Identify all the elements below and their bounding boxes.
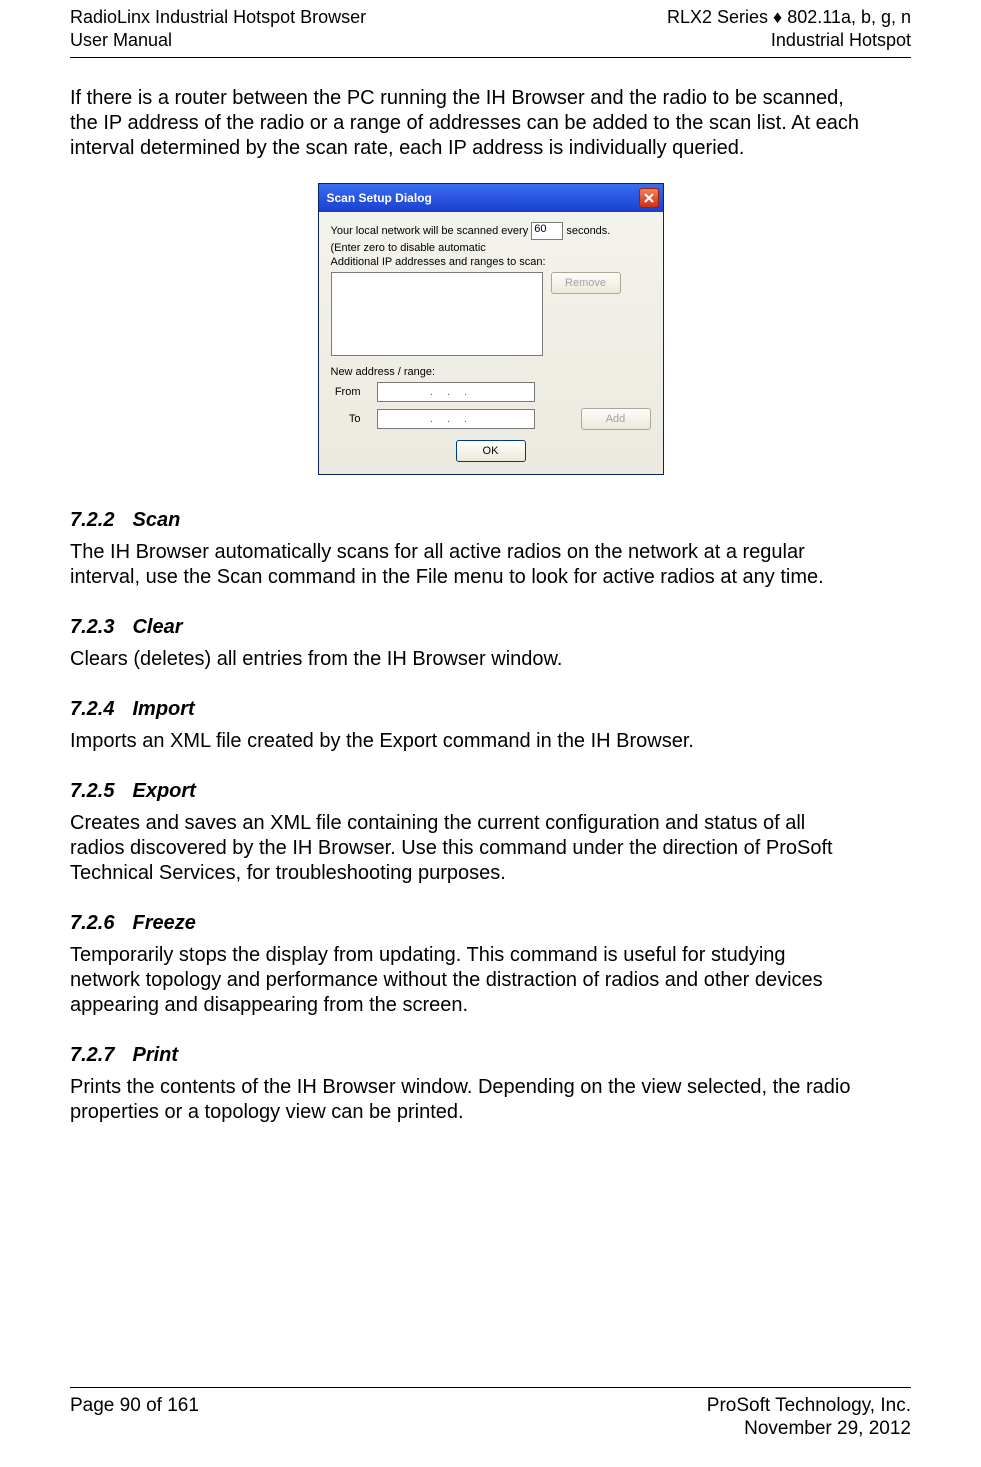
additional-ip-label: Additional IP addresses and ranges to sc… [331,256,651,268]
section-title: Print [132,1044,178,1066]
intro-paragraph: If there is a router between the PC runn… [70,86,860,161]
scan-setup-dialog: Scan Setup Dialog Your local network wil… [318,183,664,475]
section-heading: 7.2.2 Scan [70,509,911,532]
content: If there is a router between the PC runn… [70,58,911,1125]
section-freeze: 7.2.6 Freeze Temporarily stops the displa… [70,912,911,1018]
section-number: 7.2.4 [70,698,114,720]
header-left-line1: RadioLinx Industrial Hotspot Browser [70,6,366,29]
section-body: Clears (deletes) all entries from the IH… [70,647,860,672]
remove-button[interactable]: Remove [551,272,621,294]
add-button[interactable]: Add [581,408,651,430]
section-body: Prints the contents of the IH Browser wi… [70,1075,860,1125]
scan-interval-label-b: seconds. [566,225,610,237]
section-import: 7.2.4 Import Imports an XML file created … [70,698,911,754]
header-right-line1: RLX2 Series ♦ 802.11a, b, g, n [667,6,911,29]
header-right-line2: Industrial Hotspot [667,29,911,52]
section-body: Creates and saves an XML file containing… [70,811,860,886]
section-title: Scan [132,509,180,531]
section-heading: 7.2.6 Freeze [70,912,911,935]
footer-right-line2: November 29, 2012 [707,1417,911,1441]
section-body: The IH Browser automatically scans for a… [70,540,860,590]
page: RadioLinx Industrial Hotspot Browser Use… [0,0,981,1467]
dialog-title: Scan Setup Dialog [323,191,432,205]
header-left-line2: User Manual [70,29,366,52]
from-ip-input[interactable]: ... [377,382,535,402]
page-header: RadioLinx Industrial Hotspot Browser Use… [70,0,911,51]
close-x-icon [644,193,654,203]
footer-right: ProSoft Technology, Inc. November 29, 20… [707,1394,911,1442]
ip-to-row: To ... Add [331,408,651,430]
footer-rule [70,1387,911,1388]
section-heading: 7.2.5 Export [70,780,911,803]
section-number: 7.2.6 [70,912,114,934]
scan-interval-hint: (Enter zero to disable automatic [331,242,651,254]
section-heading: 7.2.4 Import [70,698,911,721]
to-label: To [331,413,367,425]
ip-from-row: From ... [331,382,651,402]
scan-interval-label-a: Your local network will be scanned every [331,225,529,237]
header-left: RadioLinx Industrial Hotspot Browser Use… [70,6,366,51]
section-export: 7.2.5 Export Creates and saves an XML fil… [70,780,911,886]
ok-row: OK [331,440,651,462]
header-right: RLX2 Series ♦ 802.11a, b, g, n Industria… [667,6,911,51]
footer-row: Page 90 of 161 ProSoft Technology, Inc. … [70,1394,911,1442]
section-number: 7.2.2 [70,509,114,531]
section-body: Imports an XML file created by the Expor… [70,729,860,754]
footer-left: Page 90 of 161 [70,1394,199,1442]
section-heading: 7.2.3 Clear [70,616,911,639]
close-icon[interactable] [639,188,659,208]
ip-list[interactable] [331,272,543,356]
scan-interval-row: Your local network will be scanned every… [331,222,651,240]
section-title: Clear [132,616,182,638]
section-number: 7.2.5 [70,780,114,802]
section-heading: 7.2.7 Print [70,1044,911,1067]
section-title: Import [132,698,194,720]
scan-setup-dialog-figure: Scan Setup Dialog Your local network wil… [70,183,911,475]
section-print: 7.2.7 Print Prints the contents of the IH… [70,1044,911,1125]
page-footer: Page 90 of 161 ProSoft Technology, Inc. … [70,1387,911,1442]
section-title: Freeze [132,912,195,934]
section-body: Temporarily stops the display from updat… [70,943,860,1018]
to-ip-input[interactable]: ... [377,409,535,429]
section-clear: 7.2.3 Clear Clears (deletes) all entries … [70,616,911,672]
ip-list-row: Remove [331,272,651,356]
footer-right-line1: ProSoft Technology, Inc. [707,1394,911,1418]
section-number: 7.2.3 [70,616,114,638]
section-number: 7.2.7 [70,1044,114,1066]
new-address-label: New address / range: [331,366,651,378]
dialog-body: Your local network will be scanned every… [319,212,663,474]
scan-interval-input[interactable]: 60 [531,222,563,240]
ok-button[interactable]: OK [456,440,526,462]
section-title: Export [132,780,195,802]
section-scan: 7.2.2 Scan The IH Browser automatically s… [70,509,911,590]
from-label: From [331,386,367,398]
ip-range-block: From ... To ... Add [331,382,651,430]
dialog-titlebar: Scan Setup Dialog [319,184,663,212]
